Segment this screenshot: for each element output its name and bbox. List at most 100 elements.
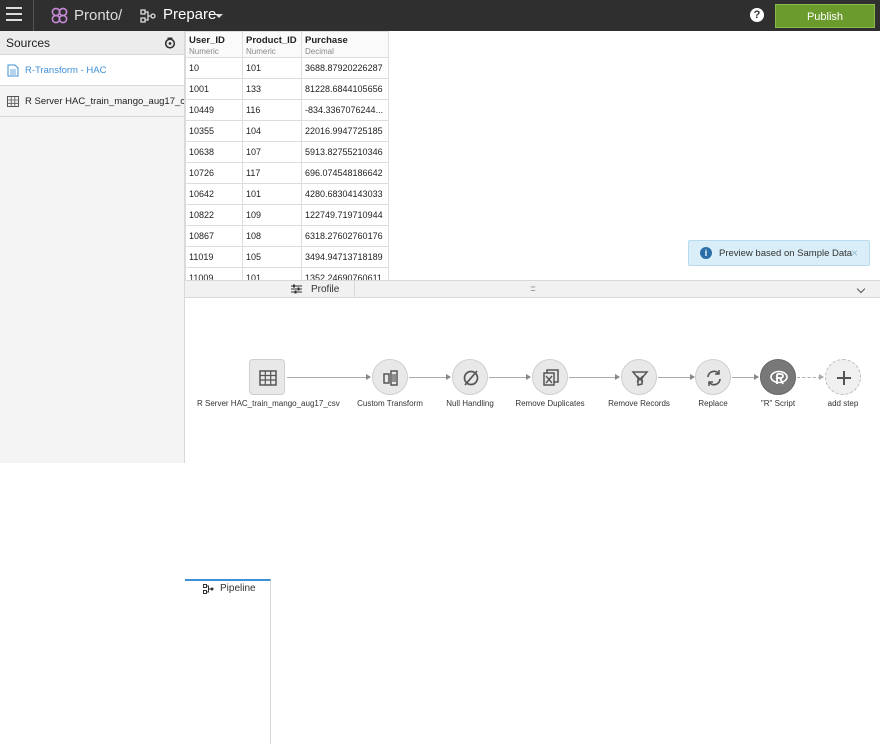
table-row: 10449 116 -834.3367076244... — [185, 99, 389, 121]
table-cell[interactable]: 133 — [242, 78, 302, 100]
table-icon — [249, 359, 285, 395]
table-cell[interactable]: 104 — [242, 120, 302, 142]
table-cell[interactable]: 6318.27602760176 — [301, 225, 389, 247]
column-type: Numeric — [246, 47, 276, 56]
column-name: Product_ID — [246, 35, 297, 46]
arrow-icon — [366, 374, 371, 380]
table-cell[interactable]: 81228.6844105656 — [301, 78, 389, 100]
info-icon: i — [700, 247, 712, 259]
connector — [287, 377, 370, 378]
sources-title: Sources — [6, 36, 51, 50]
settings-icon[interactable] — [164, 37, 176, 49]
table-row: 10638 107 5913.82755210346 — [185, 141, 389, 163]
publish-button[interactable]: Publish — [775, 4, 875, 28]
table-cell[interactable]: 105 — [242, 246, 302, 268]
table-icon — [7, 96, 19, 107]
plus-icon — [825, 359, 861, 395]
connector — [409, 377, 450, 378]
table-cell[interactable]: 10867 — [185, 225, 243, 247]
tab-profile[interactable]: Profile — [271, 281, 355, 298]
tab-label: Pipeline — [220, 583, 256, 594]
table-cell[interactable]: 3494.94713718189 — [301, 246, 389, 268]
connector — [797, 377, 821, 378]
table-cell[interactable]: 11019 — [185, 246, 243, 268]
source-item-r-server[interactable]: R Server HAC_train_mango_aug17_csv — [0, 86, 184, 117]
remove-duplicates-icon — [532, 359, 568, 395]
table-row: 10642 101 4280.68304143033 — [185, 183, 389, 205]
connector — [569, 377, 619, 378]
table-row: 10355 104 22016.9947725185 — [185, 120, 389, 142]
source-item-r-transform[interactable]: R-Transform - HAC — [0, 55, 184, 86]
table-cell[interactable]: 10449 — [185, 99, 243, 121]
chevron-down-icon[interactable] — [215, 14, 223, 18]
arrow-icon — [526, 374, 531, 380]
column-type: Numeric — [189, 47, 219, 56]
tab-label: Profile — [311, 284, 340, 295]
column-type: Decimal — [305, 47, 334, 56]
page-title[interactable]: Prepare — [163, 6, 216, 23]
document-icon — [7, 64, 19, 77]
hamburger-menu-icon[interactable] — [6, 7, 22, 23]
resize-handle[interactable]: :::: — [530, 284, 536, 293]
pronto-logo-icon — [51, 7, 68, 24]
close-icon[interactable]: × — [851, 246, 858, 260]
top-bar: Pronto / Prepare ? Publish — [0, 0, 880, 31]
table-cell[interactable]: 5913.82755210346 — [301, 141, 389, 163]
table-cell[interactable]: 122749.719710944 — [301, 204, 389, 226]
table-cell[interactable]: 108 — [242, 225, 302, 247]
remove-records-icon — [621, 359, 657, 395]
tab-pipeline[interactable]: Pipeline — [185, 579, 271, 744]
arrow-icon — [446, 374, 451, 380]
table-cell[interactable]: 1001 — [185, 78, 243, 100]
null-icon — [452, 359, 488, 395]
column-header-user-id[interactable]: User_ID Numeric — [185, 31, 243, 58]
table-cell[interactable]: 101 — [242, 183, 302, 205]
sources-header: Sources — [0, 31, 184, 55]
table-cell[interactable]: 10726 — [185, 162, 243, 184]
arrow-icon — [615, 374, 620, 380]
table-cell[interactable]: 10355 — [185, 120, 243, 142]
column-header-product-id[interactable]: Product_ID Numeric — [242, 31, 302, 58]
table-cell[interactable]: 10638 — [185, 141, 243, 163]
table-cell[interactable]: 10822 — [185, 204, 243, 226]
table-cell[interactable]: 10642 — [185, 183, 243, 205]
custom-transform-icon — [372, 359, 408, 395]
sliders-icon — [291, 284, 302, 294]
table-cell[interactable]: 10 — [185, 57, 243, 79]
table-cell[interactable]: -834.3367076244... — [301, 99, 389, 121]
bottom-tabs-bar: Pipeline Profile :::: — [185, 280, 880, 744]
source-label: R Server HAC_train_mango_aug17_csv — [25, 96, 184, 107]
table-row: 10822 109 122749.719710944 — [185, 204, 389, 226]
sources-panel: Sources R-Transform - HAC R Server HAC_t… — [0, 31, 185, 463]
connector — [658, 377, 694, 378]
table-cell[interactable]: 4280.68304143033 — [301, 183, 389, 205]
step-label: add step — [827, 399, 859, 408]
r-script-icon — [760, 359, 796, 395]
sample-data-toast: i Preview based on Sample Data × — [688, 240, 870, 266]
connector — [489, 377, 530, 378]
chevron-down-icon[interactable] — [856, 284, 866, 294]
breadcrumb-separator: / — [118, 7, 123, 24]
table-cell[interactable]: 116 — [242, 99, 302, 121]
divider — [33, 0, 34, 31]
table-row: 10 101 3688.87920226287 — [185, 57, 389, 79]
table-cell[interactable]: 107 — [242, 141, 302, 163]
table-row: 10726 117 696.074548186642 — [185, 162, 389, 184]
table-cell[interactable]: 101 — [242, 57, 302, 79]
source-label: R-Transform - HAC — [25, 65, 107, 76]
replace-icon — [695, 359, 731, 395]
column-name: Purchase — [305, 35, 348, 46]
prepare-flow-icon — [140, 9, 156, 23]
table-cell[interactable]: 109 — [242, 204, 302, 226]
toast-text: Preview based on Sample Data — [719, 248, 853, 259]
app-name[interactable]: Pronto — [74, 7, 118, 24]
data-grid: User_ID Numeric Product_ID Numeric Purchas… — [185, 31, 389, 289]
arrow-icon — [819, 374, 824, 380]
help-icon[interactable]: ? — [750, 8, 764, 22]
table-cell[interactable]: 3688.87920226287 — [301, 57, 389, 79]
table-cell[interactable]: 117 — [242, 162, 302, 184]
table-cell[interactable]: 22016.9947725185 — [301, 120, 389, 142]
table-cell[interactable]: 696.074548186642 — [301, 162, 389, 184]
table-row: 11019 105 3494.94713718189 — [185, 246, 389, 268]
column-header-purchase[interactable]: Purchase Decimal — [301, 31, 389, 58]
